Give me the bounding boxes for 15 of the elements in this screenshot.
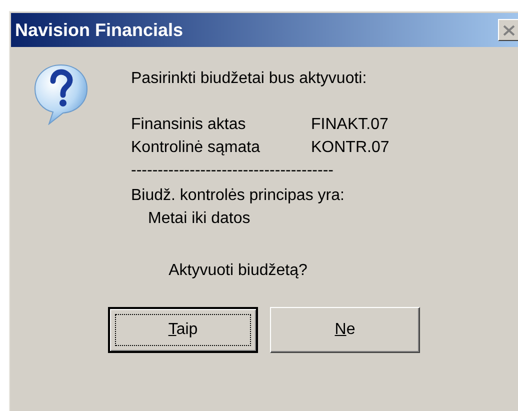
detail-label: Kontrolinė sąmata — [131, 138, 261, 158]
dialog-button[interactable]: Ne — [270, 307, 420, 353]
close-icon — [503, 24, 515, 36]
dashed-separator: -------------------------------------- — [131, 161, 334, 181]
detail-value: FINAKT.07 — [311, 115, 388, 135]
principle-value: Metai iki datos — [147, 209, 252, 229]
intro-text: Pasirinkti biudžetai bus aktyvuoti: — [131, 69, 368, 89]
question-bubble-icon — [33, 63, 89, 125]
detail-value: KONTR.07 — [311, 138, 390, 158]
dialog-button[interactable]: Taip — [108, 307, 258, 353]
detail-label: Finansinis aktas — [131, 115, 247, 135]
question-text: Aktyvuoti biudžetą? — [168, 262, 308, 279]
close-button[interactable] — [498, 19, 518, 41]
window-title: Navision Financials — [15, 20, 184, 40]
principle-label: Biudž. kontrolės principas yra: — [131, 186, 346, 206]
